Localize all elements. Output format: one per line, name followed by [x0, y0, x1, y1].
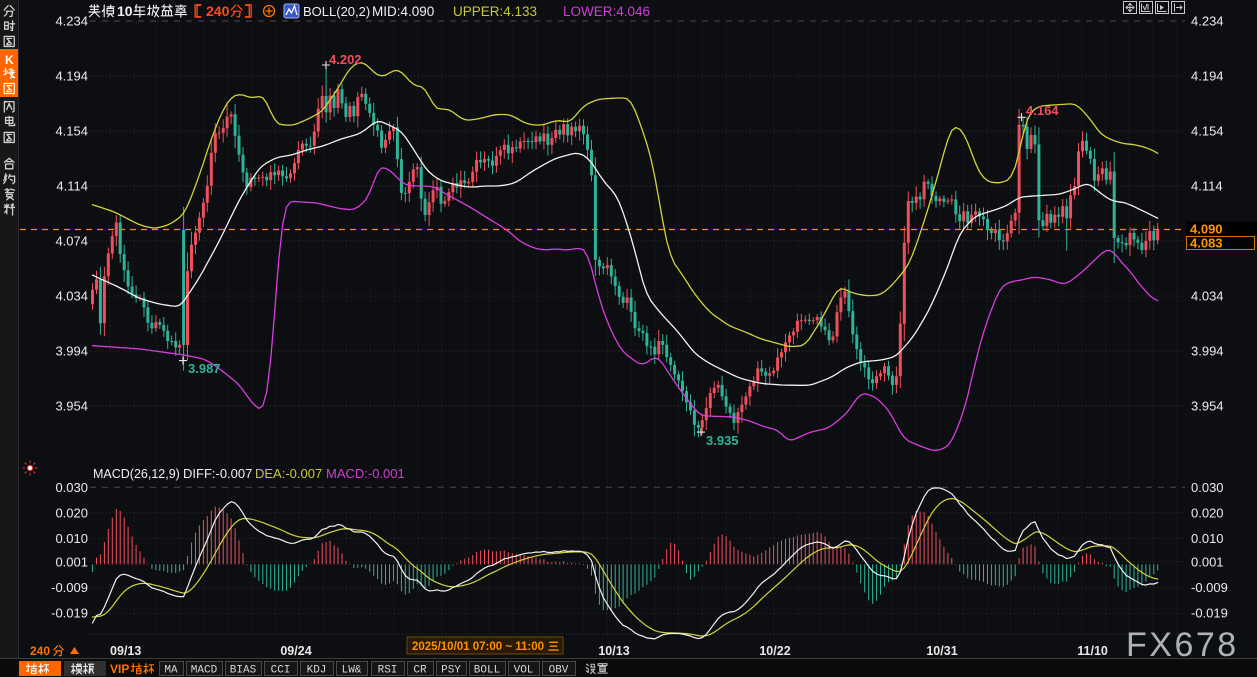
svg-text:4.034: 4.034	[1191, 289, 1224, 304]
svg-text:BIAS: BIAS	[230, 665, 257, 677]
svg-text:0.020: 0.020	[55, 506, 88, 521]
svg-text:2025/10/01 07:00 ~ 11:00: 2025/10/01 07:00 ~ 11:00	[412, 641, 544, 653]
svg-text:10/31: 10/31	[926, 644, 957, 658]
svg-text:4.194: 4.194	[55, 69, 88, 84]
svg-text:VOL: VOL	[514, 665, 534, 677]
svg-text:4.090: 4.090	[1190, 222, 1223, 237]
svg-text:11/10: 11/10	[1077, 644, 1108, 658]
svg-text:MACD(26,12,9): MACD(26,12,9)	[93, 467, 180, 481]
svg-text:0.010: 0.010	[55, 531, 88, 546]
svg-text:10/13: 10/13	[598, 644, 629, 658]
svg-text:0.001: 0.001	[1191, 554, 1224, 569]
svg-text:4.154: 4.154	[1191, 124, 1224, 139]
svg-text:MA: MA	[164, 665, 178, 677]
svg-text:09/24: 09/24	[280, 644, 311, 658]
svg-text:RSI: RSI	[378, 665, 398, 677]
svg-text:CCI: CCI	[271, 665, 291, 677]
svg-text:-0.019: -0.019	[1191, 606, 1228, 621]
svg-text:LW&: LW&	[342, 665, 362, 677]
svg-text:0.001: 0.001	[55, 554, 88, 569]
svg-text:LOWER:4.046: LOWER:4.046	[563, 4, 650, 19]
svg-text:DIFF:-0.007: DIFF:-0.007	[183, 466, 252, 481]
svg-text:4.234: 4.234	[55, 14, 88, 29]
svg-text:4.194: 4.194	[1191, 69, 1224, 84]
svg-text:KDJ: KDJ	[307, 665, 327, 677]
svg-text:10: 10	[117, 3, 133, 19]
svg-text:MACD:-0.001: MACD:-0.001	[326, 466, 405, 481]
svg-text:3.987: 3.987	[188, 361, 221, 376]
svg-text:4.164: 4.164	[1026, 103, 1059, 118]
svg-text:10/22: 10/22	[759, 644, 790, 658]
svg-text:UPPER:4.133: UPPER:4.133	[453, 4, 537, 19]
svg-text:PSY: PSY	[441, 665, 461, 677]
svg-text:MACD: MACD	[191, 665, 218, 677]
svg-text:09/13: 09/13	[110, 644, 141, 658]
svg-text:0.020: 0.020	[1191, 506, 1224, 521]
svg-text:DEA:-0.007: DEA:-0.007	[255, 466, 322, 481]
svg-text:CR: CR	[413, 665, 427, 677]
svg-text:240: 240	[30, 644, 50, 658]
svg-text:0.030: 0.030	[1191, 480, 1224, 495]
svg-text:4.202: 4.202	[329, 52, 362, 67]
svg-text:4.083: 4.083	[1190, 236, 1223, 251]
svg-text:BOLL(20,2): BOLL(20,2)	[303, 4, 370, 19]
svg-text:4.114: 4.114	[56, 179, 88, 194]
svg-text:BOLL: BOLL	[474, 665, 500, 677]
svg-text:4.034: 4.034	[55, 289, 88, 304]
svg-text:4.234: 4.234	[1191, 14, 1224, 29]
svg-text:-0.009: -0.009	[1191, 580, 1228, 595]
svg-text:0.030: 0.030	[55, 480, 88, 495]
svg-text:VIP: VIP	[110, 662, 129, 676]
svg-text:K: K	[5, 53, 14, 67]
svg-text:3.954: 3.954	[1191, 399, 1224, 414]
svg-text:3.994: 3.994	[55, 344, 88, 359]
svg-text:3.954: 3.954	[55, 399, 88, 414]
svg-text:240: 240	[206, 3, 230, 19]
svg-text:4.074: 4.074	[55, 234, 88, 249]
svg-text:-0.009: -0.009	[51, 580, 88, 595]
svg-text:0.010: 0.010	[1191, 531, 1224, 546]
svg-text:OBV: OBV	[549, 665, 569, 677]
svg-text:3.935: 3.935	[706, 433, 739, 448]
svg-text:MID:4.090: MID:4.090	[372, 4, 434, 19]
svg-text:4.114: 4.114	[1191, 179, 1223, 194]
svg-text:3.994: 3.994	[1191, 344, 1224, 359]
svg-text:4.154: 4.154	[55, 124, 88, 139]
svg-text:-0.019: -0.019	[51, 606, 88, 621]
